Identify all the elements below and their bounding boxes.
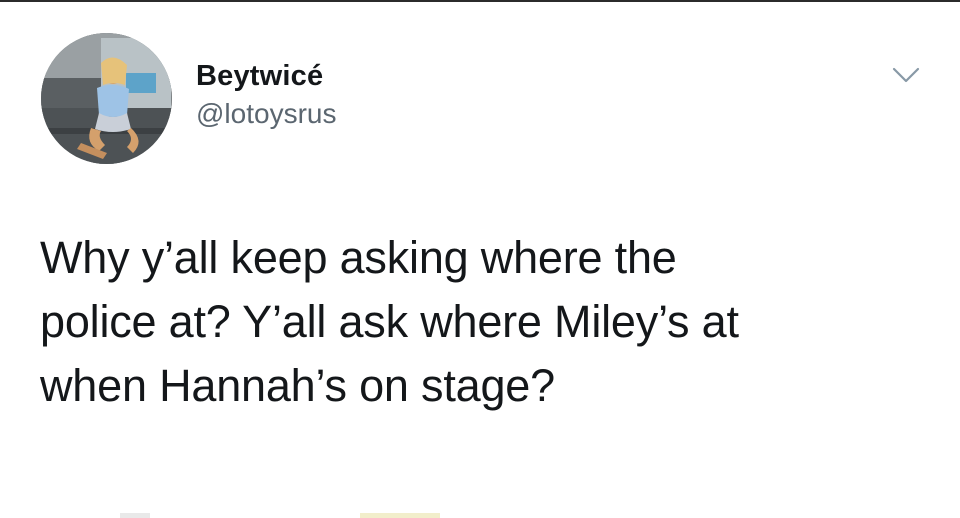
tweet-text: Why y’all keep asking where the police a… (40, 232, 739, 411)
tweet-menu-button[interactable] (886, 60, 926, 90)
user-handle[interactable]: @lotoysrus (196, 96, 336, 132)
avatar[interactable] (41, 33, 172, 164)
author-names: Beytwicé @lotoysrus (196, 58, 336, 132)
chevron-down-icon (892, 67, 920, 83)
cropped-content-edge (120, 513, 440, 518)
display-name[interactable]: Beytwicé (196, 58, 336, 94)
avatar-photo-icon (41, 33, 172, 164)
tweet-card: Beytwicé @lotoysrus Why y’all keep askin… (0, 0, 960, 518)
